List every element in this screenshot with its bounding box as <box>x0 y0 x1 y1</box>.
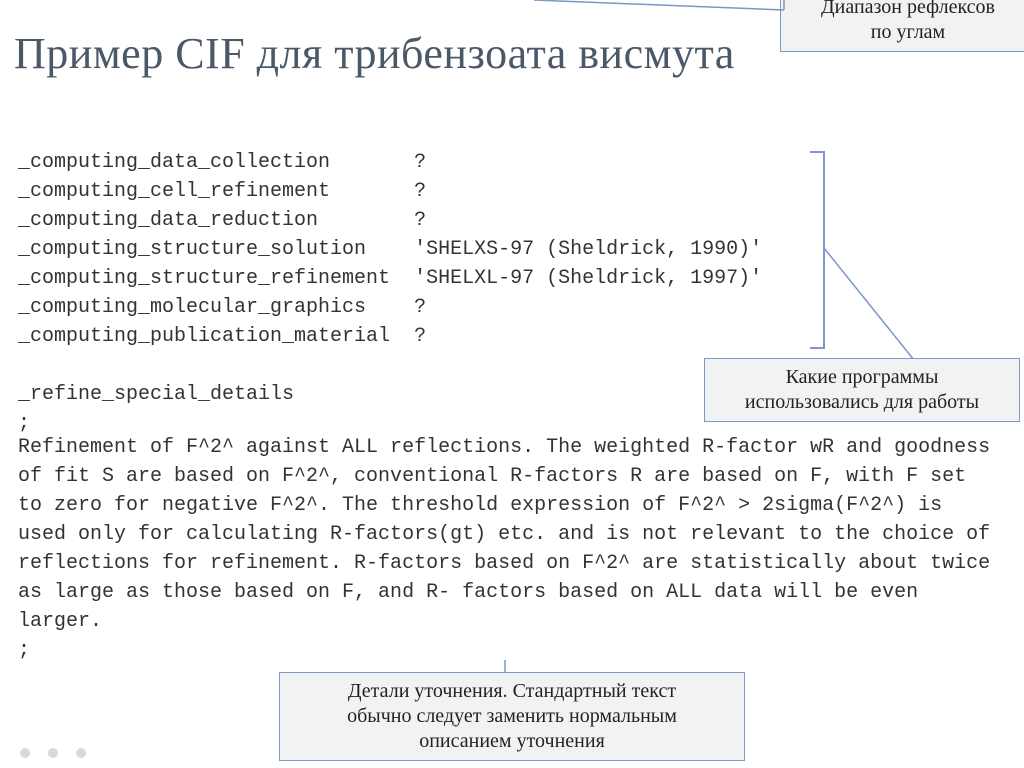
dot-icon <box>20 748 30 758</box>
refine-body-text: Refinement of F^2^ against ALL reflectio… <box>18 436 990 633</box>
callout-angle-range: Диапазон рефлексовпо углам <box>780 0 1024 52</box>
connector-top <box>534 0 794 40</box>
dot-icon <box>76 748 86 758</box>
refine-body-close: ; <box>18 639 30 662</box>
callout-refinement-details: Детали уточнения. Стандартный текстобычн… <box>279 672 745 761</box>
cif-computing-block: _computing_data_collection ? _computing_… <box>18 148 762 438</box>
callout-programs-used: Какие программыиспользовались для работы <box>704 358 1020 422</box>
connector-bottom <box>495 660 515 674</box>
dot-icon <box>48 748 58 758</box>
slide-progress-dots <box>20 748 86 758</box>
connector-mid <box>824 248 984 368</box>
refine-special-details-body: Refinement of F^2^ against ALL reflectio… <box>18 433 998 665</box>
